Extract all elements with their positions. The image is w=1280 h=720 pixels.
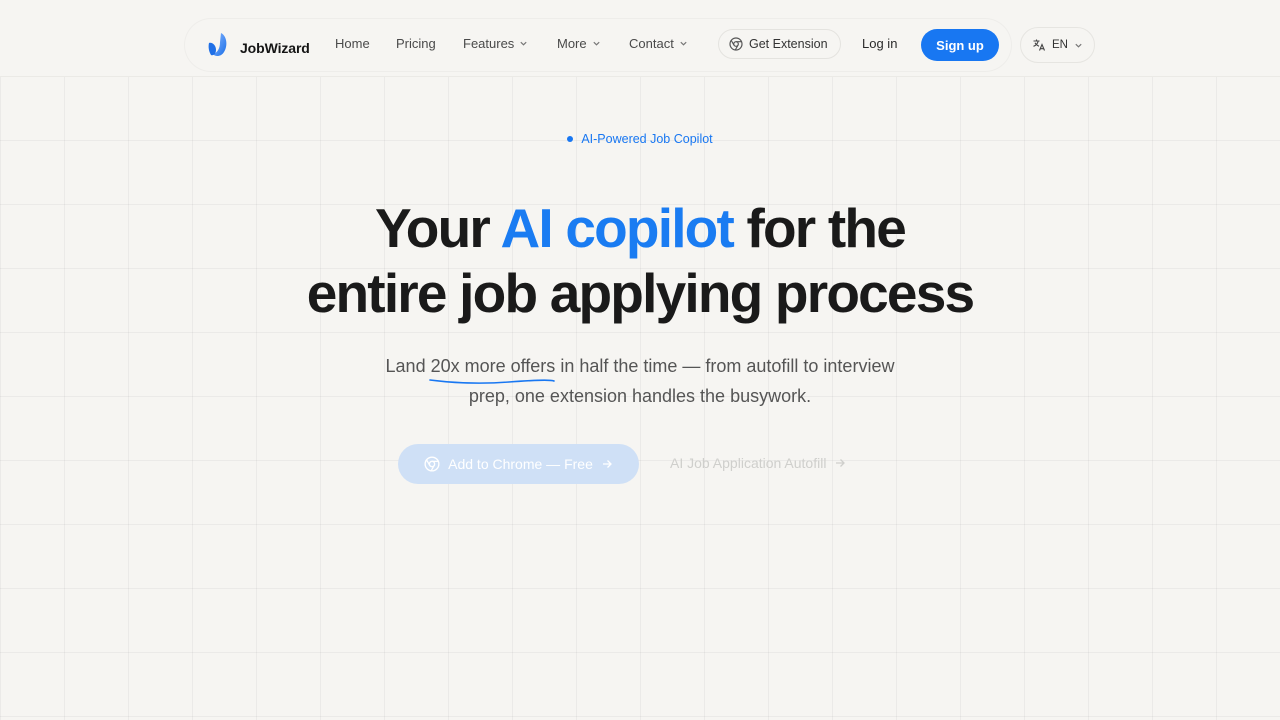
translate-icon	[1033, 39, 1046, 51]
add-to-chrome-label: Add to Chrome — Free	[448, 456, 593, 472]
chrome-icon	[424, 456, 440, 472]
nav-contact-label: Contact	[629, 36, 674, 51]
brand[interactable]: JobWizard	[207, 32, 310, 63]
arrow-right-icon	[836, 459, 846, 467]
nav-home[interactable]: Home	[335, 36, 370, 51]
nav-more-label: More	[557, 36, 587, 51]
leaf-logo-icon	[207, 32, 231, 63]
sub-after-line1: in half the time — from autofill to inte…	[555, 356, 895, 376]
headline-line2: entire job applying process	[306, 262, 975, 324]
headline-part2: for the	[733, 197, 906, 259]
add-to-chrome-button[interactable]: Add to Chrome — Free	[398, 444, 639, 484]
signup-label: Sign up	[936, 37, 984, 53]
hero-subtitle: Land 20x more offers in half the time — …	[0, 351, 1280, 411]
hero-badge: AI-Powered Job Copilot	[0, 132, 1280, 146]
language-code: EN	[1052, 39, 1068, 51]
sub-line2: prep, one extension handles the busywork…	[468, 386, 812, 406]
login-link[interactable]: Log in	[862, 36, 897, 51]
cta-row: Add to Chrome — Free AI Job Application …	[398, 444, 846, 484]
sub-before: Land	[385, 356, 431, 376]
chevron-down-icon	[593, 41, 600, 46]
badge-dot	[567, 136, 574, 142]
sub-highlight-text: 20x more offers	[430, 356, 556, 376]
nav-features[interactable]: Features	[463, 36, 528, 51]
nav-pricing-label: Pricing	[396, 36, 436, 51]
hero-headline: Your AI copilot for the entire job applyi…	[0, 196, 1280, 326]
nav-pricing[interactable]: Pricing	[396, 36, 436, 51]
nav-more[interactable]: More	[557, 36, 601, 51]
chevron-down-icon	[1075, 43, 1082, 48]
headline-part1: Your	[375, 197, 501, 259]
signup-button[interactable]: Sign up	[921, 29, 999, 61]
arrow-right-icon	[602, 460, 612, 468]
autofill-link-label: AI Job Application Autofill	[670, 455, 827, 471]
nav-contact[interactable]: Contact	[629, 36, 688, 51]
chevron-down-icon	[680, 41, 687, 46]
brand-name: JobWizard	[240, 39, 310, 56]
autofill-link[interactable]: AI Job Application Autofill	[670, 455, 846, 471]
headline-accent: AI copilot	[500, 197, 734, 259]
chrome-icon	[729, 37, 743, 51]
language-selector[interactable]: EN	[1020, 27, 1095, 63]
sub-highlight: 20x more offers	[428, 351, 556, 384]
nav-home-label: Home	[335, 36, 370, 51]
page: JobWizard Home Pricing Features More Con…	[0, 0, 1280, 720]
get-extension-label: Get Extension	[749, 37, 828, 51]
get-extension-button[interactable]: Get Extension	[718, 29, 841, 59]
underline-swash	[428, 379, 555, 384]
chevron-down-icon	[520, 41, 527, 46]
nav-features-label: Features	[463, 36, 515, 51]
badge-label: AI-Powered Job Copilot	[581, 132, 713, 146]
main-nav: JobWizard Home Pricing Features More Con…	[185, 19, 1011, 71]
